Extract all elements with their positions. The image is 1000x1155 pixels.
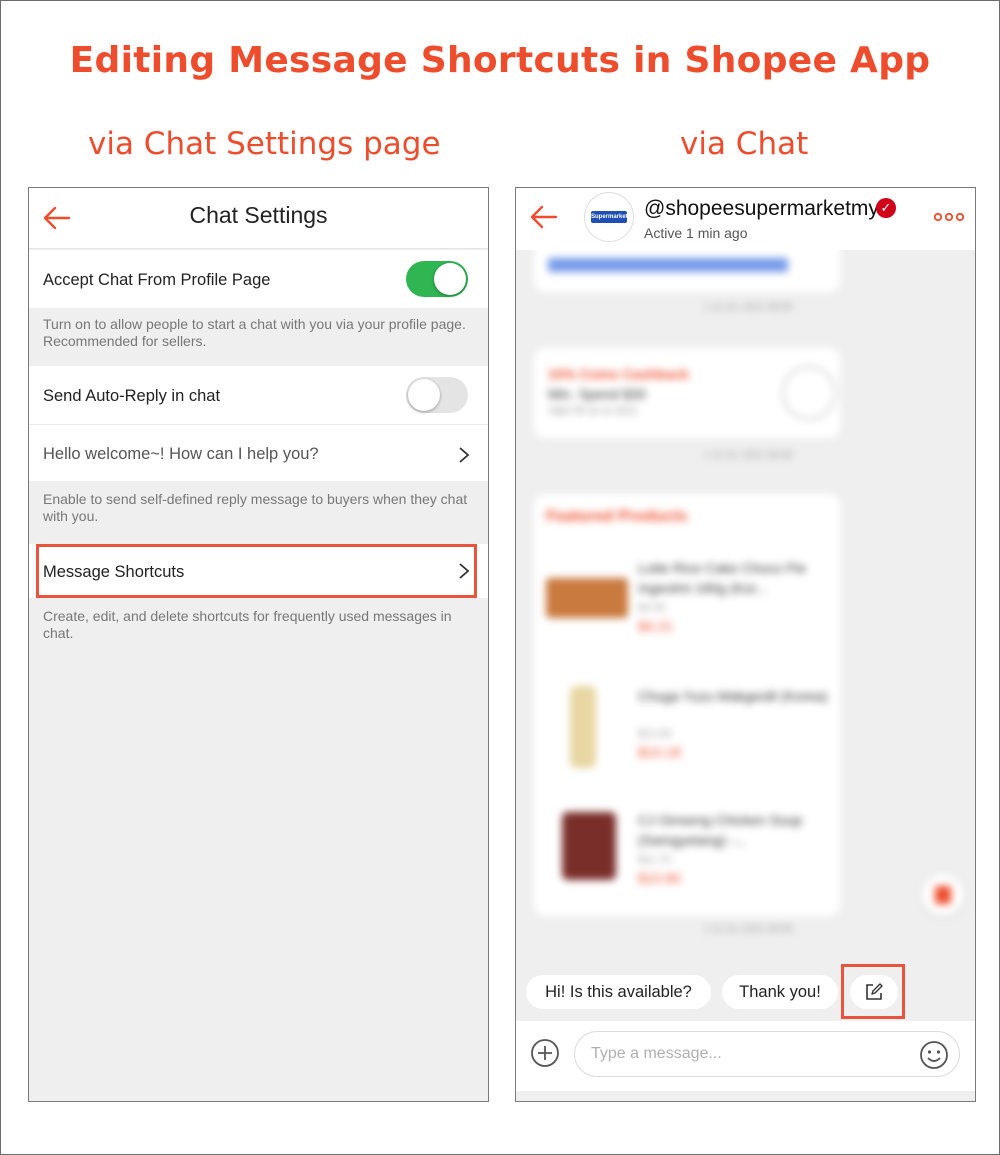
product-old-price: $12.60 bbox=[638, 728, 672, 740]
message-input[interactable] bbox=[574, 1031, 960, 1077]
voucher-sub: Min. Spend $30 bbox=[548, 386, 647, 402]
product-name: Chuga Yuzu Makgeolli (Korea) bbox=[638, 688, 828, 704]
accept-chat-row: Accept Chat From Profile Page bbox=[29, 250, 488, 308]
chat-settings-header: Chat Settings bbox=[29, 188, 488, 249]
subtitle-right: via Chat bbox=[680, 126, 809, 162]
emoji-icon[interactable] bbox=[919, 1040, 949, 1070]
auto-reply-message-row[interactable]: Hello welcome~! How can I help you? bbox=[29, 425, 488, 481]
auto-reply-description: Enable to send self-defined reply messag… bbox=[43, 491, 468, 524]
scroll-fab[interactable] bbox=[922, 874, 964, 916]
more-options-icon[interactable] bbox=[934, 212, 964, 222]
shortcut-chip[interactable]: Thank you! bbox=[722, 975, 838, 1009]
shop-avatar[interactable]: Supermarket bbox=[584, 192, 634, 242]
voucher-title: 10% Coins Cashback bbox=[548, 366, 689, 382]
product-old-price: $4.50 bbox=[638, 602, 666, 614]
page-title: Editing Message Shortcuts in Shopee App bbox=[69, 40, 931, 81]
edit-shortcuts-highlight bbox=[841, 964, 905, 1019]
timestamp: 1 11:10, 2021 08:08 bbox=[704, 302, 793, 313]
accept-chat-description: Turn on to allow people to start a chat … bbox=[43, 316, 466, 349]
chevron-right-icon bbox=[459, 447, 470, 463]
auto-reply-label: Send Auto-Reply in chat bbox=[43, 387, 221, 405]
chat-header: Supermarket @shopeesupermarketmy ✓ Activ… bbox=[516, 188, 975, 250]
product-image bbox=[546, 578, 628, 618]
message-input-bar bbox=[516, 1021, 975, 1091]
product-name: Lotte Rice Cake Choco Pie Ingeolmi 180g … bbox=[638, 560, 807, 596]
shop-logo: Supermarket bbox=[591, 211, 628, 223]
timestamp: 1 11:10, 2021 08:08 bbox=[704, 924, 793, 935]
voucher-valid: Valid Till 10-11-2021 bbox=[548, 406, 638, 417]
product-price: $4.21 bbox=[638, 618, 674, 634]
timestamp: 1 11:10, 2021 08:08 bbox=[704, 450, 793, 461]
voucher-card: 10% Coins Cashback Min. Spend $30 Valid … bbox=[534, 348, 840, 438]
link-text bbox=[548, 258, 788, 272]
subtitle-left: via Chat Settings page bbox=[88, 126, 441, 162]
product-price: $10.80 bbox=[638, 870, 681, 886]
message-shortcuts-description: Create, edit, and delete shortcuts for f… bbox=[43, 608, 452, 641]
product-name: CJ Ginseng Chicken Soup (Samgyetang) -..… bbox=[638, 812, 803, 848]
toggle-knob bbox=[434, 263, 466, 295]
product-old-price: $11.70 bbox=[638, 854, 671, 866]
auto-reply-toggle[interactable] bbox=[406, 377, 468, 413]
fab-icon bbox=[935, 886, 951, 904]
active-status: Active 1 min ago bbox=[644, 225, 748, 241]
message-shortcuts-highlight bbox=[36, 544, 477, 598]
verified-check-icon: ✓ bbox=[876, 198, 896, 218]
back-arrow-icon[interactable] bbox=[528, 201, 560, 233]
accept-chat-toggle[interactable] bbox=[406, 261, 468, 297]
chat-settings-title: Chat Settings bbox=[189, 202, 328, 228]
featured-title: Featured Products bbox=[546, 508, 688, 525]
shortcut-chip[interactable]: Hi! Is this available? bbox=[526, 975, 711, 1009]
plus-icon[interactable] bbox=[530, 1038, 560, 1068]
product-image bbox=[570, 686, 596, 768]
chat-screen: 1 11:10, 2021 08:08 10% Coins Cashback M… bbox=[515, 187, 976, 1102]
product-price: $10.18 bbox=[638, 744, 681, 760]
accept-chat-label: Accept Chat From Profile Page bbox=[43, 271, 271, 289]
toggle-knob bbox=[408, 379, 440, 411]
chat-settings-screen: Chat Settings Accept Chat From Profile P… bbox=[28, 187, 489, 1102]
voucher-stamp bbox=[782, 366, 836, 420]
auto-reply-row: Send Auto-Reply in chat bbox=[29, 366, 488, 425]
shop-name: @shopeesupermarketmy bbox=[644, 197, 879, 220]
auto-reply-message: Hello welcome~! How can I help you? bbox=[43, 445, 319, 463]
featured-products-card: Featured Products Lotte Rice Cake Choco … bbox=[534, 494, 840, 916]
product-image bbox=[562, 812, 616, 880]
